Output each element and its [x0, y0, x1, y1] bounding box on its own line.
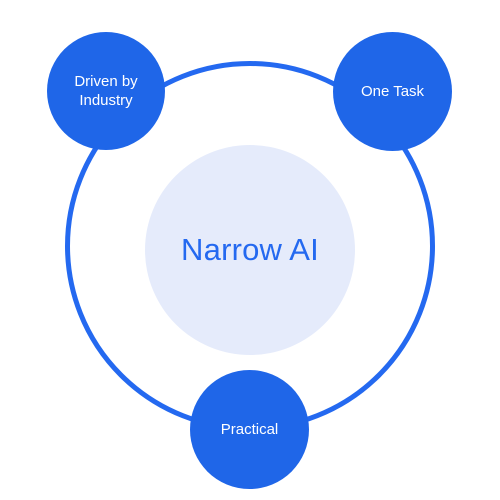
node-label: Driven by Industry — [74, 72, 138, 110]
center-label: Narrow AI — [181, 231, 319, 267]
node-label: Practical — [220, 420, 279, 438]
node-driven-by-industry: Driven by Industry — [47, 32, 165, 150]
node-one-task: One Task — [333, 32, 452, 151]
node-practical: Practical — [190, 370, 309, 489]
node-label: One Task — [360, 82, 425, 100]
diagram-canvas: Narrow AI Driven by Industry One Task Pr… — [0, 0, 500, 500]
center-circle: Narrow AI — [145, 145, 355, 355]
